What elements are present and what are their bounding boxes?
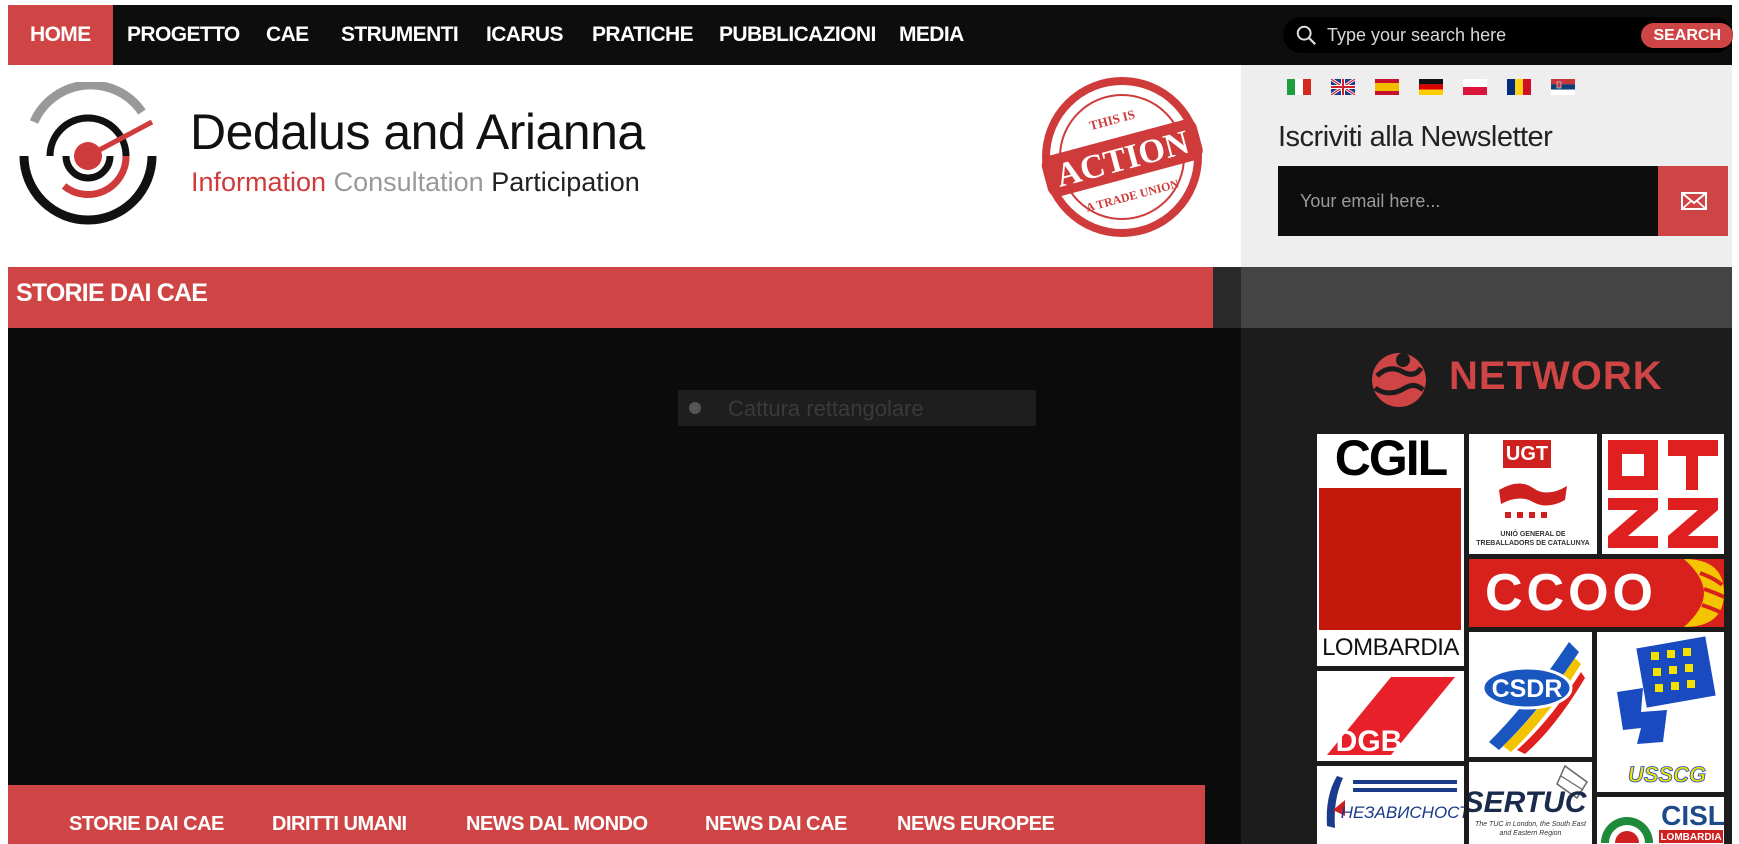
- opzz-mark-icon: [1608, 440, 1718, 548]
- section-header-bar: STORIE DAI CAE: [8, 267, 1213, 344]
- usscg-mark-icon: USSCG: [1617, 636, 1716, 787]
- ccoo-text: CCOO: [1485, 564, 1657, 622]
- nezavisnost-logo[interactable]: НЕЗАВИСНОСТ: [1317, 766, 1464, 844]
- envelope-icon: [1681, 192, 1707, 210]
- nav-pratiche[interactable]: PRATICHE: [570, 5, 715, 65]
- newsletter-title: Iscriviti alla Newsletter: [1278, 121, 1553, 153]
- category-tabs: STORIE DAI CAE DIRITTI UMANI NEWS DAL MO…: [8, 785, 1205, 844]
- slider-area[interactable]: [8, 328, 1241, 844]
- network-sidebar: NETWORK CGIL LOMBARDIA UGT UNIÓ GENERAL …: [1241, 328, 1732, 844]
- tab-news-dal-mondo[interactable]: NEWS DAL MONDO: [466, 813, 648, 836]
- flag-serbia-icon[interactable]: [1551, 79, 1575, 95]
- opzz-logo[interactable]: [1602, 434, 1724, 554]
- flag-poland-icon[interactable]: [1463, 79, 1487, 95]
- section-title: STORIE DAI CAE: [16, 279, 208, 307]
- tab-diritti-umani[interactable]: DIRITTI UMANI: [272, 813, 407, 836]
- newsletter-submit-button[interactable]: [1658, 166, 1728, 236]
- catalan-stripes-icon: [1684, 559, 1724, 627]
- network-header: NETWORK: [1359, 346, 1662, 410]
- top-navigation: HOME PROGETTO CAE STRUMENTI ICARUS PRATI…: [8, 5, 1733, 65]
- cisl-text: CISL: [1661, 800, 1724, 831]
- sertuc-text: SERTUC: [1469, 786, 1588, 819]
- network-globe-icon: [1372, 353, 1426, 407]
- newsletter-panel: Iscriviti alla Newsletter: [1241, 65, 1732, 267]
- ugt-logo[interactable]: UGT UNIÓ GENERAL DE TREBALLADORS DE CATA…: [1469, 434, 1597, 554]
- nav-media[interactable]: MEDIA: [877, 5, 986, 65]
- ugt-text: UGT: [1503, 440, 1551, 468]
- action-stamp-icon[interactable]: ACTION THIS IS A TRADE UNION: [1038, 73, 1206, 241]
- flag-romania-icon[interactable]: [1507, 79, 1531, 95]
- flag-spain-icon[interactable]: [1375, 79, 1399, 95]
- flag-italy-icon[interactable]: [1287, 79, 1311, 95]
- flag-uk-icon[interactable]: [1331, 79, 1355, 95]
- cisl-subtitle: LOMBARDIA: [1660, 832, 1721, 843]
- tagline-consultation: Consultation: [333, 167, 484, 197]
- ugt-subtitle: UNIÓ GENERAL DE TREBALLADORS DE CATALUNY…: [1476, 531, 1590, 547]
- dgb-text: DGB: [1336, 725, 1403, 758]
- csdr-logo[interactable]: CSDR: [1469, 632, 1592, 757]
- cgil-red-block: [1319, 488, 1461, 630]
- tab-storie-dai-cae[interactable]: STORIE DAI CAE: [69, 813, 224, 836]
- nav-progetto[interactable]: PROGETTO: [105, 5, 262, 65]
- capture-label: Cattura rettangolare: [728, 396, 924, 421]
- tab-news-dai-cae[interactable]: NEWS DAI CAE: [705, 813, 847, 836]
- tagline-information: Information: [191, 167, 327, 197]
- nezavisnost-mark-icon: НЕЗАВИСНОСТ: [1326, 776, 1464, 828]
- handshake-icon: [1499, 483, 1567, 518]
- cgil-lombardia-logo[interactable]: CGIL LOMBARDIA: [1317, 434, 1464, 666]
- sidebar-header-band: [1241, 267, 1732, 328]
- lombardia-text: LOMBARDIA: [1322, 634, 1459, 661]
- nav-home[interactable]: HOME: [8, 5, 113, 65]
- network-title: NETWORK: [1449, 354, 1663, 398]
- site-header: Dedalus and Arianna Information Consulta…: [8, 65, 1241, 267]
- nezavisnost-text: НЕЗАВИСНОСТ: [1341, 803, 1464, 822]
- capture-tooltip[interactable]: Cattura rettangolare: [678, 390, 1036, 426]
- tab-news-europee[interactable]: NEWS EUROPEE: [897, 813, 1055, 836]
- csdr-mark-icon: CSDR: [1481, 642, 1585, 754]
- nav-icarus[interactable]: ICARUS: [464, 5, 585, 65]
- cisl-mark-icon: CISL LOMBARDIA: [1601, 800, 1724, 843]
- ccoo-logo[interactable]: CCOO: [1469, 559, 1724, 627]
- record-dot-icon: [689, 402, 701, 414]
- csdr-text: CSDR: [1492, 675, 1563, 703]
- search-button[interactable]: SEARCH: [1641, 23, 1733, 48]
- email-field: [1278, 166, 1658, 236]
- stamp-top-text: THIS IS: [1088, 107, 1137, 134]
- search-input[interactable]: [1325, 22, 1625, 48]
- usscg-text: USSCG: [1628, 762, 1706, 787]
- search-box: SEARCH: [1283, 17, 1733, 53]
- email-input[interactable]: [1298, 188, 1628, 214]
- dgb-logo[interactable]: DGB: [1317, 671, 1464, 761]
- cisl-logo[interactable]: CISL LOMBARDIA: [1597, 797, 1724, 844]
- sertuc-subtitle: The TUC in London, the South East and Ea…: [1475, 821, 1586, 837]
- site-title: Dedalus and Arianna: [190, 104, 645, 160]
- usscg-logo[interactable]: USSCG: [1597, 632, 1724, 792]
- sertuc-logo[interactable]: SERTUC The TUC in London, the South East…: [1469, 762, 1592, 844]
- search-icon: [1296, 25, 1316, 45]
- site-tagline: Information Consultation Participation: [191, 167, 640, 198]
- nav-pubblicazioni[interactable]: PUBBLICAZIONI: [697, 5, 898, 65]
- cgil-text: CGIL: [1334, 434, 1448, 486]
- flag-germany-icon[interactable]: [1419, 79, 1443, 95]
- nav-cae[interactable]: CAE: [244, 5, 331, 65]
- nav-strumenti[interactable]: STRUMENTI: [319, 5, 480, 65]
- dgb-mark-icon: DGB: [1327, 677, 1455, 758]
- tagline-participation: Participation: [491, 167, 640, 197]
- section-bar-divider: [1213, 267, 1241, 328]
- labyrinth-logo-icon[interactable]: [14, 82, 162, 230]
